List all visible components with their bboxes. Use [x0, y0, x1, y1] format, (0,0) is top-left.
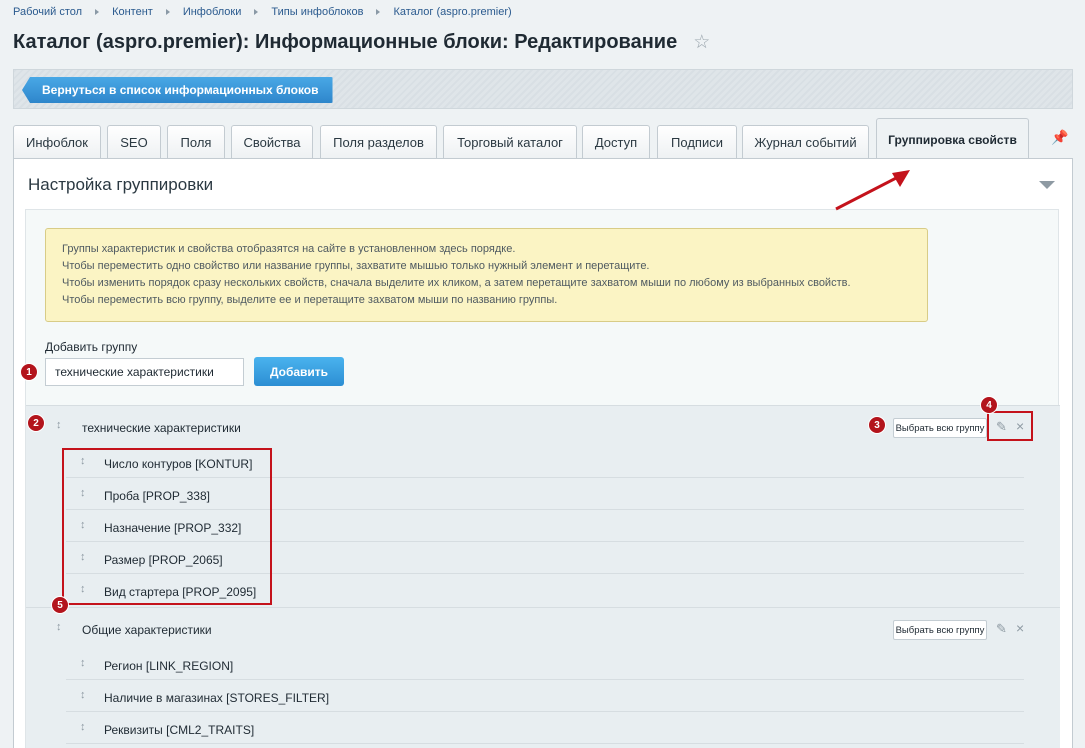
- tab-access[interactable]: Доступ: [582, 125, 650, 158]
- select-all-group-button[interactable]: Выбрать всю группу: [893, 418, 987, 438]
- toolbar: Вернуться в список информационных блоков: [13, 69, 1073, 109]
- breadcrumb-content[interactable]: Контент: [112, 6, 153, 18]
- tab-fields[interactable]: Поля: [167, 125, 225, 158]
- chevron-down-icon[interactable]: [1039, 181, 1055, 189]
- list-item[interactable]: ↕ Реквизиты [CML2_TRAITS]: [66, 712, 1024, 744]
- breadcrumb-separator-icon: [165, 9, 170, 15]
- property-label: Наличие в магазинах [STORES_FILTER]: [104, 691, 330, 705]
- tab-trade-catalog[interactable]: Торговый каталог: [443, 125, 577, 158]
- annotation-arrow-icon: [835, 170, 910, 211]
- group-name[interactable]: технические характеристики: [82, 421, 241, 435]
- tab-property-grouping[interactable]: Группировка свойств: [876, 118, 1029, 160]
- tab-captions[interactable]: Подписи: [657, 125, 737, 158]
- back-to-list-button[interactable]: Вернуться в список информационных блоков: [22, 77, 333, 103]
- list-item[interactable]: ↕ Наличие в магазинах [STORES_FILTER]: [66, 680, 1024, 712]
- list-item[interactable]: ↕ Регион [LINK_REGION]: [66, 648, 1024, 680]
- notice-line: Группы характеристик и свойства отобразя…: [62, 243, 516, 255]
- drag-handle-icon[interactable]: ↕: [80, 689, 86, 701]
- property-group: ↕ Общие характеристики Выбрать всю групп…: [26, 607, 1060, 748]
- breadcrumb-separator-icon: [376, 9, 381, 15]
- drag-handle-icon[interactable]: ↕: [56, 419, 62, 431]
- breadcrumb-catalog[interactable]: Каталог (aspro.premier): [393, 6, 511, 18]
- breadcrumb: Рабочий стол Контент Инфоблоки Типы инфо…: [13, 6, 512, 18]
- page-title-row: Каталог (aspro.premier): Информационные …: [13, 31, 710, 54]
- breadcrumb-separator-icon: [95, 9, 100, 15]
- tab-iblock[interactable]: Инфоблок: [13, 125, 101, 158]
- drag-handle-icon[interactable]: ↕: [56, 621, 62, 633]
- tab-bar: Инфоблок SEO Поля Свойства Поля разделов…: [13, 118, 1073, 160]
- marker-1: 1: [20, 363, 38, 381]
- breadcrumb-separator-icon: [254, 9, 259, 15]
- pencil-icon[interactable]: ✎: [996, 621, 1007, 637]
- section-title: Настройка группировки: [28, 175, 214, 194]
- property-label: Регион [LINK_REGION]: [104, 659, 234, 673]
- drag-handle-icon[interactable]: ↕: [80, 657, 86, 669]
- select-all-group-button[interactable]: Выбрать всю группу: [893, 620, 987, 640]
- tab-seo[interactable]: SEO: [107, 125, 161, 158]
- close-icon[interactable]: ×: [1016, 620, 1024, 636]
- drag-handle-icon[interactable]: ↕: [80, 721, 86, 733]
- tab-section-fields[interactable]: Поля разделов: [320, 125, 437, 158]
- properties-highlight: [62, 448, 272, 605]
- group-header[interactable]: ↕ технические характеристики Выбрать всю…: [26, 406, 1060, 446]
- notice-line: Чтобы изменить порядок сразу нескольких …: [62, 277, 851, 289]
- breadcrumb-desktop[interactable]: Рабочий стол: [13, 6, 82, 18]
- help-notice: Группы характеристик и свойства отобразя…: [45, 228, 928, 322]
- marker-3: 3: [868, 416, 886, 434]
- notice-line: Чтобы переместить одно свойство или назв…: [62, 260, 650, 272]
- pin-icon[interactable]: 📌: [1051, 129, 1068, 146]
- marker-2: 2: [27, 414, 45, 432]
- property-label: Реквизиты [CML2_TRAITS]: [104, 723, 255, 737]
- group-header[interactable]: ↕ Общие характеристики Выбрать всю групп…: [26, 608, 1060, 648]
- breadcrumb-iblock-types[interactable]: Типы инфоблоков: [271, 6, 363, 18]
- tab-event-log[interactable]: Журнал событий: [742, 125, 869, 158]
- notice-line: Чтобы переместить всю группу, выделите е…: [62, 294, 558, 306]
- add-group-label: Добавить группу: [45, 340, 138, 354]
- breadcrumb-iblocks[interactable]: Инфоблоки: [183, 6, 242, 18]
- group-name[interactable]: Общие характеристики: [82, 623, 212, 637]
- add-group-input[interactable]: [45, 358, 244, 386]
- edit-delete-highlight: [987, 411, 1033, 441]
- add-group-button[interactable]: Добавить: [254, 357, 344, 386]
- page-title: Каталог (aspro.premier): Информационные …: [13, 31, 678, 53]
- star-icon[interactable]: ☆: [693, 31, 710, 54]
- tab-properties[interactable]: Свойства: [231, 125, 313, 158]
- marker-4: 4: [980, 396, 998, 414]
- marker-5: 5: [51, 596, 69, 614]
